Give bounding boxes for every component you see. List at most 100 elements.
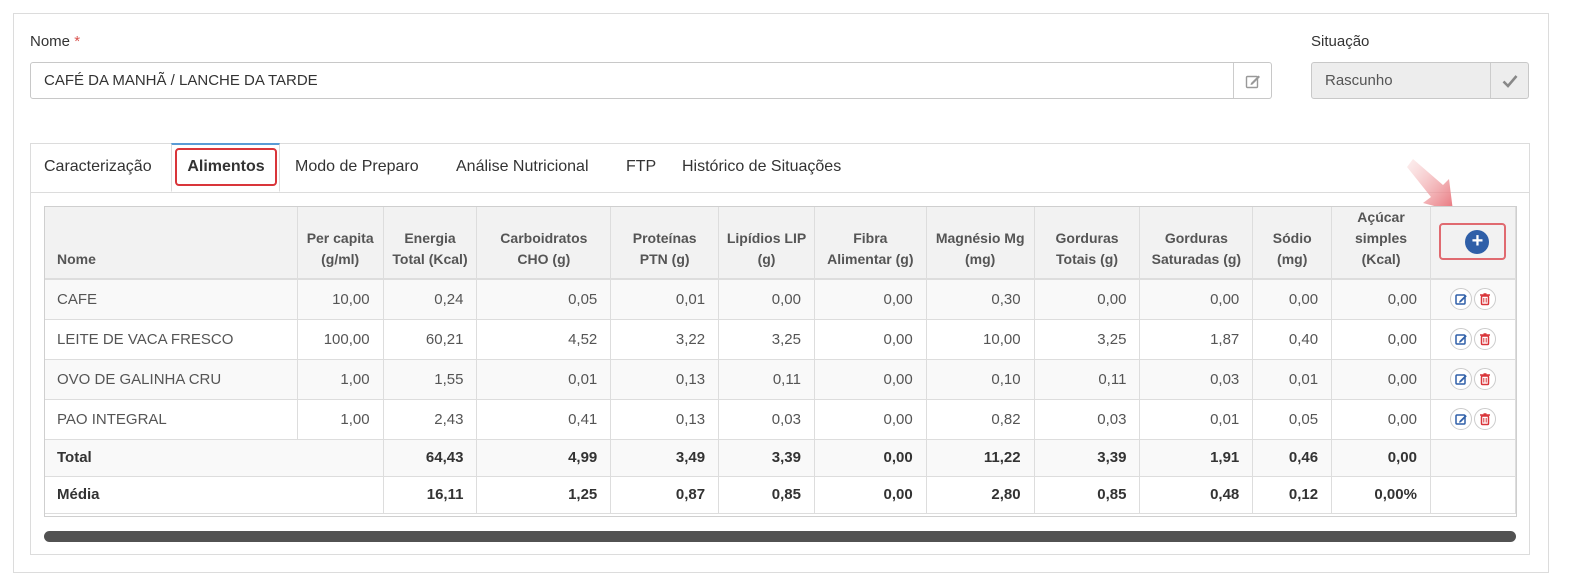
col-header-proteinas[interactable]: Proteínas PTN (g): [610, 207, 720, 280]
tab-ftp[interactable]: FTP: [626, 158, 656, 176]
tab-alimentos[interactable]: Alimentos: [171, 143, 280, 192]
trash-icon[interactable]: [1473, 408, 1496, 430]
col-header-nome[interactable]: Nome: [45, 207, 298, 280]
col-header-gorduras-saturadas[interactable]: Gorduras Saturadas (g): [1139, 207, 1254, 280]
situacao-label: Situação: [1311, 33, 1370, 50]
trash-icon[interactable]: [1473, 288, 1496, 311]
tab-modo-de-preparo[interactable]: Modo de Preparo: [295, 158, 419, 176]
table-cell: 0,03: [718, 399, 815, 440]
table-cell: 2,43: [383, 399, 478, 440]
total-row-cell: 3,39: [718, 439, 815, 477]
name-input[interactable]: CAFÉ DA MANHÃ / LANCHE DA TARDE: [30, 62, 1272, 99]
table-cell: 0,05: [476, 279, 612, 320]
table-cell: 0,00: [814, 319, 927, 360]
table-cell: 0,01: [1252, 359, 1333, 400]
col-header-acucar[interactable]: Açúcar simples (Kcal): [1331, 207, 1431, 280]
media-row-cell: 0,87: [610, 476, 720, 514]
name-input-value: CAFÉ DA MANHÃ / LANCHE DA TARDE: [44, 72, 318, 89]
trash-icon[interactable]: [1473, 328, 1496, 350]
total-row-label: Total: [45, 439, 384, 477]
table-row: LEITE DE VACA FRESCO 100,00 60,21 4,52 3,22 3…: [45, 319, 1516, 360]
media-row: Média 16,11 1,25 0,87 0,85 0,00 2,80 0,85 0,48 0,…: [45, 476, 1516, 514]
media-row-cell: 2,80: [926, 476, 1035, 514]
table-cell: 0,03: [1139, 359, 1254, 400]
edit-icon[interactable]: [1449, 328, 1472, 350]
table-cell: 100,00: [297, 319, 384, 360]
table-cell-name: PAO INTEGRAL: [45, 399, 298, 440]
table-cell: 0,11: [718, 359, 815, 400]
table-cell: 1,00: [297, 399, 384, 440]
row-actions: [1430, 359, 1516, 400]
table-cell: 0,00: [1331, 359, 1431, 400]
table-cell: 1,87: [1139, 319, 1254, 360]
horizontal-scrollbar[interactable]: [44, 531, 1516, 542]
table-cell: 0,11: [1034, 359, 1141, 400]
table-cell: 0,82: [926, 399, 1035, 440]
col-header-lipidios[interactable]: Lipídios LIP (g): [718, 207, 815, 280]
tab-historico-de-situacoes[interactable]: Histórico de Situações: [682, 158, 841, 176]
table-cell: 0,03: [1034, 399, 1141, 440]
total-row-cell: 3,39: [1034, 439, 1141, 477]
table-cell: 0,00: [1034, 279, 1141, 320]
media-row-cell: 1,25: [476, 476, 612, 514]
table-cell: 0,00: [814, 399, 927, 440]
table-cell: 1,00: [297, 359, 384, 400]
table-cell: 0,13: [610, 359, 720, 400]
col-header-per-capita[interactable]: Per capita (g/ml): [297, 207, 384, 280]
table-cell: 10,00: [926, 319, 1035, 360]
media-row-cell: 0,00: [814, 476, 927, 514]
table-cell: 10,00: [297, 279, 384, 320]
table-cell: 0,05: [1252, 399, 1333, 440]
table-cell: 0,00: [814, 279, 927, 320]
table-cell: 0,00: [718, 279, 815, 320]
col-header-sodio[interactable]: Sódio (mg): [1252, 207, 1333, 280]
table-cell: 0,00: [1139, 279, 1254, 320]
table-cell-name: OVO DE GALINHA CRU: [45, 359, 298, 400]
edit-icon[interactable]: [1449, 368, 1472, 390]
alimentos-table-container: Nome Per capita (g/ml) Energia Total (Kc…: [44, 206, 1517, 517]
table-cell: 3,25: [718, 319, 815, 360]
col-header-carboidratos[interactable]: Carboidratos CHO (g): [476, 207, 612, 280]
tab-analise-nutricional[interactable]: Análise Nutricional: [456, 158, 589, 176]
name-label: Nome *: [30, 33, 81, 50]
situacao-value: Rascunho: [1325, 72, 1393, 89]
media-row-label: Média: [45, 476, 384, 514]
col-header-magnesio[interactable]: Magnésio Mg (mg): [926, 207, 1035, 280]
row-actions: [1430, 279, 1516, 320]
table-cell: 0,01: [610, 279, 720, 320]
total-row-cell: 0,00: [814, 439, 927, 477]
total-row-cell: 4,99: [476, 439, 612, 477]
row-actions: [1430, 399, 1516, 440]
table-cell: 3,22: [610, 319, 720, 360]
add-food-button[interactable]: +: [1439, 223, 1507, 260]
table-cell: 0,13: [610, 399, 720, 440]
required-mark: *: [74, 33, 81, 50]
col-header-fibra[interactable]: Fibra Alimentar (g): [814, 207, 927, 280]
col-header-gorduras-totais[interactable]: Gorduras Totais (g): [1034, 207, 1141, 280]
alimentos-table: Nome Per capita (g/ml) Energia Total (Kc…: [45, 207, 1516, 514]
total-row-cell: 1,91: [1139, 439, 1254, 477]
edit-icon[interactable]: [1449, 408, 1472, 430]
col-header-energia[interactable]: Energia Total (Kcal): [383, 207, 478, 280]
edit-icon[interactable]: [1449, 288, 1472, 311]
trash-icon[interactable]: [1473, 368, 1496, 390]
table-cell: 0,01: [476, 359, 612, 400]
total-row-cell: 0,00: [1331, 439, 1431, 477]
table-cell: 0,40: [1252, 319, 1333, 360]
row-actions: [1430, 319, 1516, 360]
table-cell: 1,55: [383, 359, 478, 400]
table-cell: 4,52: [476, 319, 612, 360]
media-row-cell: 0,00%: [1331, 476, 1431, 514]
media-row-cell: 0,85: [1034, 476, 1141, 514]
edit-icon[interactable]: [1233, 63, 1271, 98]
table-cell: 60,21: [383, 319, 478, 360]
col-header-actions: +: [1430, 207, 1516, 280]
table-cell: 0,10: [926, 359, 1035, 400]
table-cell: 0,24: [383, 279, 478, 320]
media-row-cell: 16,11: [383, 476, 478, 514]
plus-circle-icon: +: [1465, 230, 1490, 254]
tab-alimentos-label: Alimentos: [175, 148, 277, 186]
media-row-cell: 0,85: [718, 476, 815, 514]
table-row: PAO INTEGRAL 1,00 2,43 0,41 0,13 0,03 0,00 0,82…: [45, 399, 1516, 440]
tab-caracterizacao[interactable]: Caracterização: [44, 158, 152, 176]
